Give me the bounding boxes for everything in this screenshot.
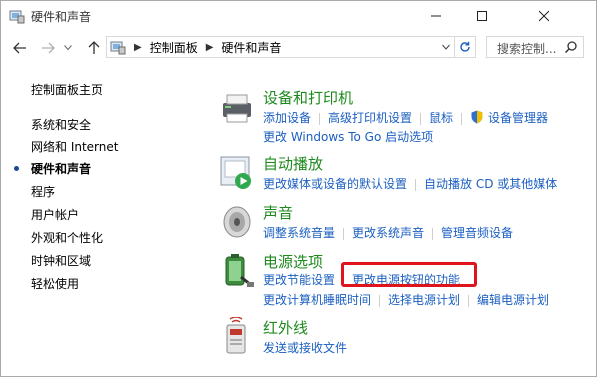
forward-button[interactable] (39, 39, 57, 57)
divider (432, 227, 434, 240)
category-title[interactable]: 电源选项 (263, 251, 323, 272)
link-mouse[interactable]: 鼠标 (429, 111, 453, 125)
link-row: 发送或接收文件 (263, 339, 347, 356)
back-arrow-icon (13, 42, 26, 54)
search-icon (565, 41, 577, 53)
forward-arrow-icon (42, 42, 55, 54)
maximize-icon (477, 11, 487, 21)
nav-item-hardware-sound[interactable]: 硬件和声音 (31, 160, 91, 177)
search-input[interactable]: 搜索控制... (497, 40, 556, 57)
link-adjust-volume[interactable]: 调整系统音量 (263, 226, 335, 240)
title-bar: 硬件和声音 (1, 1, 596, 31)
category-title[interactable]: 自动播放 (263, 153, 323, 174)
nav-item-ease-of-access[interactable]: 轻松使用 (31, 275, 79, 292)
link-row: 添加设备 高级打印机设置 鼠标 设备管理器 (263, 109, 548, 126)
divider (468, 294, 470, 307)
link-add-device[interactable]: 添加设备 (263, 111, 311, 125)
control-panel-home-link[interactable]: 控制面板主页 (31, 81, 103, 98)
printer-icon (223, 94, 251, 123)
link-choose-power-plan[interactable]: 选择电源计划 (388, 293, 460, 307)
divider (379, 294, 381, 307)
link-change-power-saving[interactable]: 更改节能设置 (263, 273, 335, 287)
divider (420, 112, 422, 125)
category-title[interactable]: 设备和打印机 (263, 87, 353, 108)
speaker-icon (223, 206, 251, 238)
link-device-manager[interactable]: 设备管理器 (488, 111, 548, 125)
highlight-box (341, 262, 477, 287)
link-change-system-sounds[interactable]: 更改系统声音 (352, 226, 424, 240)
category-title[interactable]: 声音 (263, 202, 293, 223)
minimize-icon (431, 15, 441, 17)
divider (343, 227, 345, 240)
infrared-icon (226, 317, 246, 354)
link-advanced-printer-setup[interactable]: 高级打印机设置 (328, 111, 412, 125)
nav-item-network-internet[interactable]: 网络和 Internet (31, 138, 118, 155)
link-send-receive-files[interactable]: 发送或接收文件 (263, 341, 347, 355)
back-button[interactable] (11, 39, 29, 57)
window-title: 硬件和声音 (31, 10, 92, 24)
battery-icon (225, 254, 254, 287)
nav-item-clock-region[interactable]: 时钟和区域 (31, 252, 91, 269)
link-row: 调整系统音量 更改系统声音 管理音频设备 (263, 224, 513, 241)
chevron-down-icon (64, 45, 72, 51)
maximize-button[interactable] (459, 1, 505, 31)
link-change-default-media[interactable]: 更改媒体或设备的默认设置 (263, 177, 407, 191)
category-title[interactable]: 红外线 (263, 317, 308, 338)
link-edit-power-plan[interactable]: 编辑电源计划 (477, 293, 549, 307)
breadcrumb-control-panel[interactable]: 控制面板 (150, 39, 198, 56)
chevron-down-icon[interactable] (441, 42, 451, 52)
link-row: 更改 Windows To Go 启动选项 (263, 128, 433, 145)
breadcrumb-separator-icon[interactable]: ▶ (206, 42, 214, 53)
recent-locations-button[interactable] (63, 39, 73, 57)
refresh-icon (460, 41, 470, 52)
nav-item-system-security[interactable]: 系统和安全 (31, 116, 91, 133)
active-indicator (14, 166, 19, 171)
link-manage-audio-devices[interactable]: 管理音频设备 (441, 226, 513, 240)
autoplay-icon (220, 156, 251, 189)
divider (461, 112, 463, 125)
address-bar[interactable]: ▶ 控制面板 ▶ 硬件和声音 (106, 36, 476, 58)
minimize-button[interactable] (413, 1, 459, 31)
nav-item-appearance[interactable]: 外观和个性化 (31, 229, 103, 246)
divider (415, 178, 417, 191)
control-panel-window: 硬件和声音 ▶ 控制面板 ▶ 硬件和声音 搜索控制... 控制面板主页 系统和安… (0, 0, 597, 377)
link-row: 更改媒体或设备的默认设置 自动播放 CD 或其他媒体 (263, 175, 557, 192)
nav-item-user-accounts[interactable]: 用户帐户 (31, 206, 79, 223)
link-row: 更改计算机睡眠时间 选择电源计划 编辑电源计划 (263, 291, 549, 308)
divider (319, 112, 321, 125)
search-box[interactable]: 搜索控制... (486, 36, 584, 58)
breadcrumb-hardware-sound[interactable]: 硬件和声音 (221, 39, 281, 56)
up-button[interactable] (85, 39, 103, 57)
refresh-button[interactable] (454, 37, 475, 57)
close-icon (539, 11, 549, 21)
control-panel-icon (110, 41, 126, 55)
uac-shield-icon (471, 110, 483, 124)
breadcrumb-separator-icon[interactable]: ▶ (134, 42, 142, 53)
navigation-bar: ▶ 控制面板 ▶ 硬件和声音 搜索控制... (1, 31, 596, 65)
close-button[interactable] (505, 1, 596, 31)
link-windows-to-go[interactable]: 更改 Windows To Go 启动选项 (263, 130, 433, 144)
control-panel-icon (9, 10, 25, 24)
nav-item-programs[interactable]: 程序 (31, 183, 55, 200)
up-arrow-icon (88, 41, 100, 54)
link-autoplay-cd[interactable]: 自动播放 CD 或其他媒体 (424, 177, 557, 191)
link-change-sleep-time[interactable]: 更改计算机睡眠时间 (263, 293, 371, 307)
